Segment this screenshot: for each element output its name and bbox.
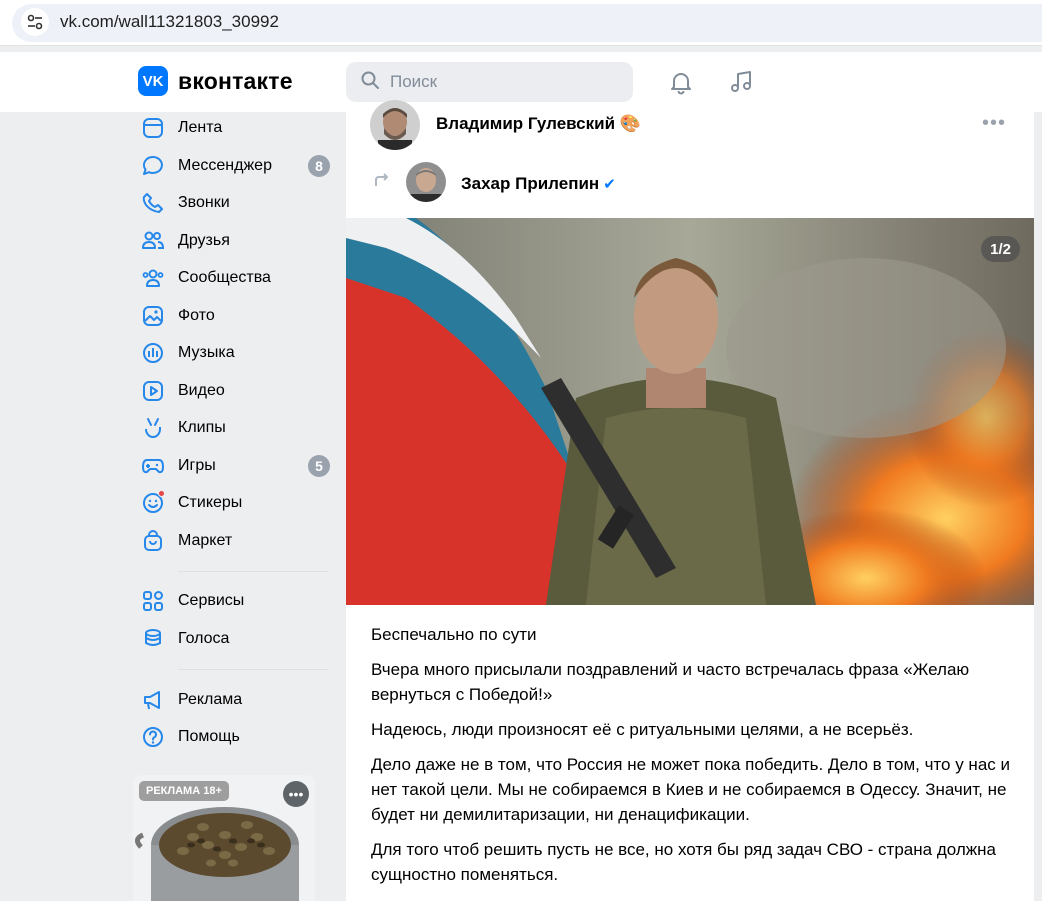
sidebar-item-services[interactable]: Сервисы	[133, 585, 333, 617]
verified-check-icon: ✔	[603, 176, 616, 193]
chat-bubble-icon	[141, 154, 165, 178]
sidebar-item-video[interactable]: Видео	[133, 375, 333, 407]
vk-logo-mark: VK	[138, 66, 168, 96]
sticker-smile-icon	[141, 490, 165, 515]
post-text: Беспечально по сути Вчера много присылал…	[371, 622, 1011, 897]
sidebar-item-label: Клипы	[178, 419, 226, 436]
sidebar-item-label: Реклама	[178, 691, 243, 708]
gamepad-icon	[141, 454, 165, 478]
sidebar-item-help[interactable]: Помощь	[133, 721, 333, 753]
sidebar-item-friends[interactable]: Друзья	[133, 225, 333, 257]
services-grid-icon	[141, 589, 165, 613]
sidebar-item-communities[interactable]: Сообщества	[133, 262, 333, 294]
post-paragraph: Вчера много присылали поздравлений и час…	[371, 660, 970, 704]
notification-dot	[158, 490, 165, 497]
repost-arrow-icon	[372, 172, 390, 193]
sidebar-item-ads[interactable]: Реклама	[133, 684, 333, 716]
clips-icon	[141, 416, 165, 440]
post-paragraph: Надеюсь, люди произносят её с ритуальным…	[371, 720, 914, 739]
feed-icon	[141, 116, 165, 140]
sidebar-item-games[interactable]: Игры 5	[133, 450, 333, 482]
sidebar-item-clips[interactable]: Клипы	[133, 412, 333, 444]
author-emoji: 🎨	[619, 114, 641, 133]
friends-icon	[141, 229, 165, 253]
vk-logo-text: вконтакте	[178, 67, 293, 94]
more-horizontal-icon[interactable]: •••	[982, 112, 1006, 135]
sidebar-item-label: Сообщества	[178, 269, 271, 286]
shopping-bag-icon	[141, 529, 165, 553]
browser-address-bar: vk.com/wall11321803_30992	[0, 0, 1042, 46]
unread-badge: 8	[308, 155, 330, 177]
music-note-icon[interactable]	[727, 68, 755, 96]
repost-author[interactable]: Захар Прилепин ✔	[461, 174, 616, 194]
sidebar-item-label: Фото	[178, 307, 215, 324]
sidebar-item-label: Сервисы	[178, 592, 245, 609]
video-icon	[141, 379, 165, 403]
music-bars-icon	[141, 341, 165, 365]
sidebar-item-label: Видео	[178, 382, 225, 399]
post-image	[346, 218, 1034, 605]
author-name: Владимир Гулевский	[436, 114, 616, 133]
bell-icon[interactable]	[667, 68, 695, 96]
repost-author-name: Захар Прилепин	[461, 174, 600, 193]
ad-label: РЕКЛАМА 18+	[139, 781, 229, 801]
vk-logo[interactable]: VK вконтакте	[138, 66, 293, 96]
author-avatar[interactable]	[370, 100, 420, 150]
sidebar-ad[interactable]: РЕКЛАМА 18+ •••	[133, 775, 315, 901]
sidebar-item-label: Игры	[178, 457, 216, 474]
sidebar-divider	[178, 669, 328, 670]
photo-icon	[141, 304, 165, 328]
phone-icon	[141, 191, 165, 215]
games-badge: 5	[308, 455, 330, 477]
sidebar-item-photo[interactable]: Фото	[133, 300, 333, 332]
sidebar-item-label: Лента	[178, 119, 223, 136]
sidebar-item-label: Голоса	[178, 630, 230, 647]
search-input[interactable]	[390, 72, 620, 92]
communities-icon	[141, 266, 165, 290]
sidebar-item-messenger[interactable]: Мессенджер 8	[133, 150, 333, 182]
post-paragraph: Дело даже не в том, что Россия не может …	[371, 755, 1010, 824]
sidebar-item-calls[interactable]: Звонки	[133, 187, 333, 219]
sidebar-item-label: Звонки	[178, 194, 230, 211]
sidebar-item-label: Друзья	[178, 232, 230, 249]
sidebar-item-label: Стикеры	[178, 494, 243, 511]
url-text[interactable]: vk.com/wall11321803_30992	[60, 12, 279, 32]
tune-icon[interactable]	[21, 8, 49, 36]
search-box[interactable]	[346, 62, 633, 102]
sidebar-item-label: Музыка	[178, 344, 235, 361]
wall-post: Владимир Гулевский 🎨 ••• Захар Прилепин ✔	[346, 100, 1034, 901]
post-paragraph: Беспечально по сути	[371, 625, 537, 644]
vk-header: VK вконтакте	[0, 52, 1042, 112]
sidebar-item-label: Маркет	[178, 532, 233, 549]
more-dots-icon[interactable]: •••	[283, 781, 309, 807]
sidebar-item-market[interactable]: Маркет	[133, 525, 333, 557]
sidebar-item-stickers[interactable]: Стикеры	[133, 487, 333, 519]
sidebar-item-label: Мессенджер	[178, 157, 272, 174]
sidebar-item-music[interactable]: Музыка	[133, 337, 333, 369]
sidebar-item-label: Помощь	[178, 728, 240, 745]
search-icon	[360, 70, 380, 95]
post-paragraph: Для того чтоб решить пусть не все, но хо…	[371, 840, 996, 884]
sidebar-item-votes[interactable]: Голоса	[133, 623, 333, 655]
photo-counter: 1/2	[981, 236, 1020, 262]
sidebar-item-feed[interactable]: Лента	[133, 112, 333, 144]
post-photo[interactable]: 1/2	[346, 218, 1034, 605]
repost-author-avatar[interactable]	[406, 162, 446, 202]
help-circle-icon	[141, 725, 165, 749]
coins-stack-icon	[141, 627, 165, 651]
megaphone-icon	[141, 688, 165, 712]
sidebar-divider	[178, 571, 328, 572]
post-author[interactable]: Владимир Гулевский 🎨	[436, 114, 641, 134]
